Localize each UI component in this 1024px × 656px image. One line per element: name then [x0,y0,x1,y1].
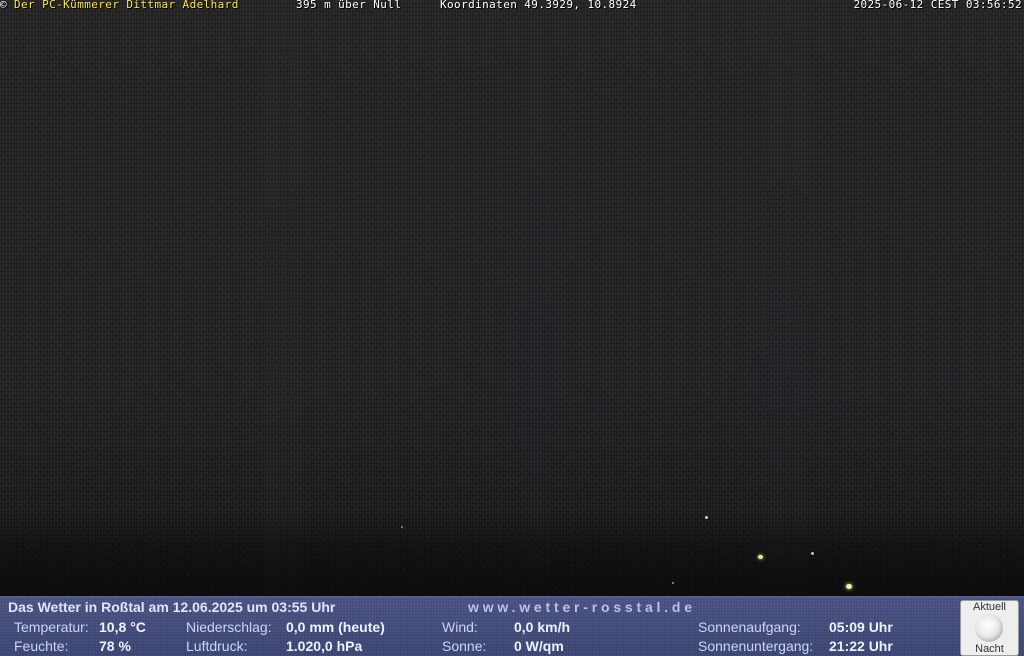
temperature-value: 10,8 °C [99,619,146,635]
moon-label-top: Aktuell [972,601,1007,613]
humidity-label: Feuchte: [14,638,69,654]
weather-title: Das Wetter in Roßtal am 12.06.2025 um 03… [8,599,336,615]
sunrise-label: Sonnenaufgang: [698,619,801,635]
moon-phase-box: Aktuell Nacht [960,600,1019,656]
coordinates-label: Koordinaten 49.3929, 10.8924 [440,0,637,11]
sunset-value: 21:22 Uhr [829,638,893,654]
dark-ground [0,510,1024,596]
altitude-label: 395 m über Null [296,0,402,11]
webcam-caption: © Der PC-Kümmerer Dittmar Adelhard 395 m… [0,0,1024,12]
sunrise-value: 05:09 Uhr [829,619,893,635]
sunset-label: Sonnenuntergang: [698,638,814,654]
sun-value: 0 W/qm [514,638,564,654]
humidity-value: 78 % [99,638,131,654]
webcam-image: © Der PC-Kümmerer Dittmar Adelhard 395 m… [0,0,1024,656]
image-noise-band [262,0,302,596]
moon-full-icon [975,614,1003,642]
wind-label: Wind: [442,619,478,635]
distant-light [672,582,674,584]
timestamp-label: 2025-06-12 CEST 03:56:52 [853,0,1022,11]
distant-light [811,552,814,555]
distant-light [846,584,852,589]
moon-label-bottom: Nacht [975,643,1004,655]
image-noise-band [520,0,550,596]
precipitation-label: Niederschlag: [186,619,272,635]
distant-light [758,555,763,559]
image-noise-band [760,0,810,596]
sun-label: Sonne: [442,638,487,654]
owner-label: Der PC-Kümmerer Dittmar Adelhard [14,0,239,11]
site-url-link[interactable]: www.wetter-rosstal.de [468,599,696,615]
temperature-label: Temperatur: [14,619,89,635]
wind-value: 0,0 km/h [514,619,571,635]
copyright-icon: © [0,0,8,11]
pressure-label: Luftdruck: [186,638,248,654]
precipitation-value: 0,0 mm (heute) [286,619,385,635]
pressure-value: 1.020,0 hPa [286,638,363,654]
distant-light [705,516,708,519]
weather-bar: Das Wetter in Roßtal am 12.06.2025 um 03… [0,596,1024,656]
distant-light [401,526,403,528]
